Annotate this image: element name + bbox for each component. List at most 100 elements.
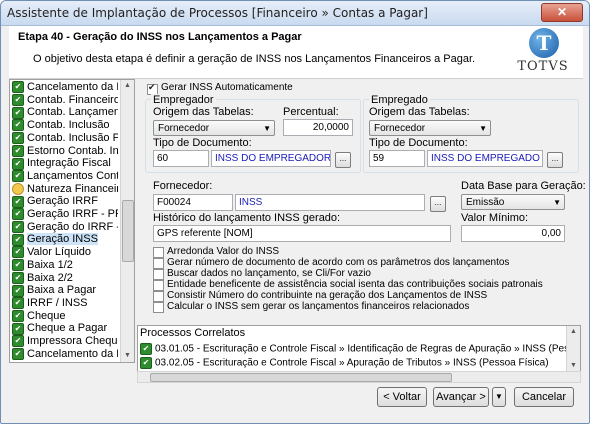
sidebar-item-label: Geração INSS (27, 233, 98, 246)
sidebar-item[interactable]: Natureza Financeira (12, 183, 118, 196)
sidebar-item[interactable]: ✔ Geração INSS (12, 233, 118, 246)
empregado-tipo-doc-code[interactable]: 59 (369, 150, 425, 167)
sidebar-item-label: Geração do IRRF - PJ (27, 220, 118, 233)
sidebar-item-label: IRRF / INSS (27, 296, 88, 309)
scrollbar-thumb[interactable] (122, 200, 134, 262)
sidebar-item-label: Cheque a Pagar (27, 322, 108, 335)
check-icon: ✔ (12, 170, 24, 183)
scroll-up-icon[interactable]: ▲ (567, 326, 580, 338)
empregador-tipo-doc-code[interactable]: 60 (153, 150, 209, 167)
step-form: Gerar INSS Automaticamente Empregador Or… (137, 79, 586, 324)
option-checkbox[interactable] (153, 269, 164, 280)
window-title: Assistente de Implantação de Processos [… (7, 6, 428, 20)
title-bar[interactable]: Assistente de Implantação de Processos [… (1, 1, 589, 26)
sidebar-item[interactable]: ✔ Contab. Inclusão (12, 119, 118, 132)
data-base-select[interactable]: Emissão ▼ (461, 194, 565, 210)
fornecedor-code-input[interactable]: F00024 (153, 194, 233, 211)
sidebar-item[interactable]: ✔ Valor Líquido (12, 246, 118, 259)
check-icon: ✔ (140, 343, 152, 355)
sidebar-item[interactable]: ✔Lançamentos Contábeis (12, 170, 118, 183)
back-button[interactable]: < Voltar (377, 387, 427, 407)
sidebar-item[interactable]: ✔ Geração IRRF (12, 195, 118, 208)
option-label: Arredonda Valor do INSS (167, 246, 280, 257)
sidebar-item-label: Contab. Financeiro (27, 93, 118, 106)
empregador-origem-select[interactable]: Fornecedor ▼ (153, 120, 275, 136)
sidebar-item-label: Natureza Financeira (27, 182, 118, 195)
historico-label: Histórico do lançamento INSS gerado: (153, 212, 341, 224)
empregado-origem-label: Origem das Tabelas: (369, 106, 470, 118)
valor-minimo-input[interactable]: 0,00 (461, 225, 565, 242)
sidebar-item-label: Geração IRRF (27, 195, 98, 208)
correlato-row-label: 03.02.05 - Escrituração e Controle Fisca… (155, 357, 549, 369)
percentual-input[interactable]: 20,0000 (283, 119, 353, 136)
sidebar-item[interactable]: ✔Contab. Lançamento (12, 106, 118, 119)
empregador-tipo-doc-lookup-button[interactable]: ... (335, 152, 351, 168)
sidebar-item[interactable]: ✔ Baixa a Pagar (12, 284, 118, 297)
check-icon: ✔ (12, 195, 24, 208)
sidebar-item[interactable]: ✔Cancelamento da Inclusão (12, 81, 118, 94)
lightbulb-icon (12, 182, 24, 195)
sidebar-item[interactable]: ✔Estorno Contab. Inclusão (12, 145, 118, 158)
sidebar-item-label: Contab. Lançamento (27, 106, 118, 119)
correlatos-horizontal-scrollbar[interactable] (137, 371, 581, 383)
empregado-legend: Empregado (369, 94, 430, 106)
sidebar-item[interactable]: ✔Cancelamento da Baixa (12, 348, 118, 361)
sidebar-item-label: Baixa 1/2 (27, 258, 73, 271)
correlato-row-label: 03.01.05 - Escrituração e Controle Fisca… (155, 343, 581, 355)
sidebar-item[interactable]: ✔ Cheque (12, 310, 118, 323)
sidebar-item[interactable]: ✔ Contab. Financeiro (12, 94, 118, 107)
check-icon: ✔ (12, 208, 24, 221)
sidebar-item[interactable]: ✔Contab. Inclusão Pagar (12, 132, 118, 145)
sidebar-item[interactable]: ✔ Geração IRRF - PF (12, 208, 118, 221)
check-icon: ✔ (12, 322, 24, 335)
sidebar-item[interactable]: ✔ Baixa 2/2 (12, 272, 118, 285)
step-description: O objetivo desta etapa é definir a geraç… (33, 53, 476, 65)
sidebar-item[interactable]: ✔ Cheque a Pagar (12, 322, 118, 335)
scrollbar-thumb[interactable] (150, 373, 452, 382)
data-base-value: Emissão (466, 197, 505, 208)
sidebar-item-label: Integração Fiscal (27, 157, 111, 170)
option-checkbox[interactable] (153, 302, 164, 313)
sidebar-item[interactable]: ✔ IRRF / INSS (12, 297, 118, 310)
empregador-tipo-doc-label: Tipo de Documento: (153, 137, 252, 149)
correlatos-scrollbar[interactable]: ▲ ▼ (566, 326, 580, 372)
cancel-button[interactable]: Cancelar (514, 387, 574, 407)
correlato-row[interactable]: ✔ 03.02.05 - Escrituração e Controle Fisc… (140, 357, 549, 369)
check-icon: ✔ (12, 271, 24, 284)
step-title: Etapa 40 - Geração do INSS nos Lançament… (18, 31, 302, 43)
sidebar-item[interactable]: ✔ Integração Fiscal (12, 157, 118, 170)
check-icon: ✔ (12, 335, 24, 348)
option-label: Gerar número de documento de acordo com … (167, 257, 510, 268)
sidebar-item-label: Contab. Inclusão (27, 119, 110, 132)
sidebar-scrollbar[interactable]: ▲ ▼ (120, 80, 134, 362)
next-dropdown-button[interactable]: ▼ (492, 387, 506, 407)
scroll-down-icon[interactable]: ▼ (121, 350, 134, 362)
scroll-up-icon[interactable]: ▲ (121, 80, 134, 92)
option-label: Consistir Número do contribuinte na gera… (167, 290, 488, 301)
valor-minimo-label: Valor Mínimo: (461, 212, 529, 224)
sidebar-item[interactable]: ✔Geração do IRRF - PJ (12, 221, 118, 234)
correlato-row[interactable]: ✔ 03.01.05 - Escrituração e Controle Fisc… (140, 343, 581, 355)
check-icon: ✔ (12, 233, 24, 246)
sidebar-item-label: Cancelamento da Inclusão (27, 81, 118, 93)
check-icon: ✔ (12, 348, 24, 361)
empregado-tipo-doc-lookup-button[interactable]: ... (547, 152, 563, 168)
empregado-origem-select[interactable]: Fornecedor ▼ (369, 120, 491, 136)
sidebar-item-label: Valor Líquido (27, 246, 92, 259)
fornecedor-lookup-button[interactable]: ... (430, 196, 446, 212)
historico-input[interactable]: GPS referente [NOM] (153, 225, 451, 242)
sidebar-item[interactable]: ✔ Impressora Cheque (12, 335, 118, 348)
close-button[interactable]: ✕ (541, 3, 583, 22)
sidebar-item[interactable]: ✔ Baixa 1/2 (12, 259, 118, 272)
option-checkbox[interactable] (153, 247, 164, 258)
option-checkbox[interactable] (153, 280, 164, 291)
next-button[interactable]: Avançar > (433, 387, 489, 407)
totvs-logo: T TOTVS (515, 28, 571, 74)
step-header: Etapa 40 - Geração do INSS nos Lançament… (9, 26, 583, 79)
option-checkbox[interactable] (153, 258, 164, 269)
option-label: Buscar dados no lançamento, se Cli/For v… (167, 268, 371, 279)
steps-list[interactable]: ▲ ▼ ✔Cancelamento da Inclusão✔Contab. Fi… (9, 79, 135, 363)
option-checkbox[interactable] (153, 291, 164, 302)
correlatos-header: Processos Correlatos (140, 327, 246, 339)
fornecedor-name: INSS (235, 194, 425, 211)
